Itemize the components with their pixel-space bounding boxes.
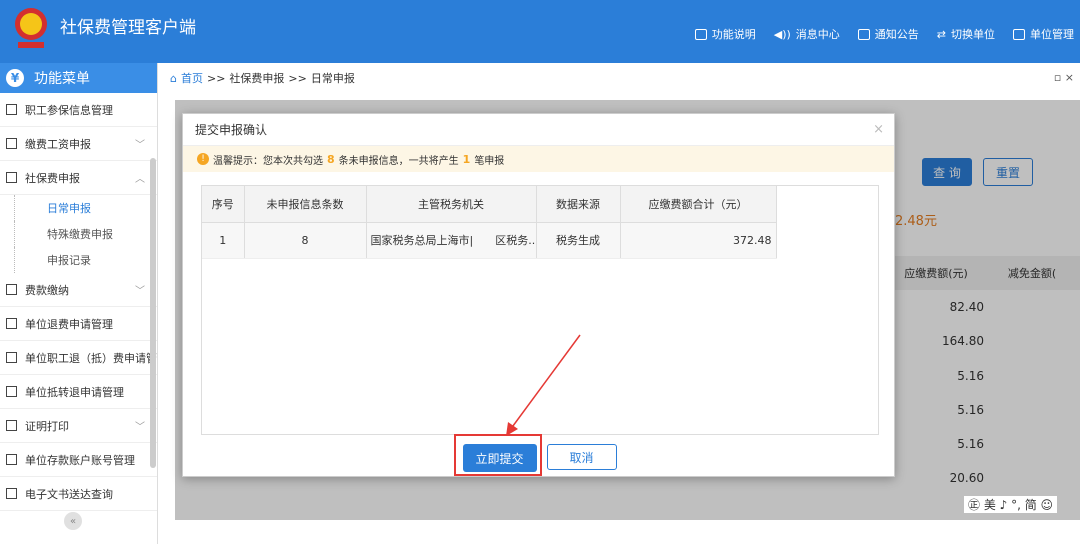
- sidebar: ¥ 功能菜单 职工参保信息管理 缴费工资申报 ﹀ 社保费申报 ︿ 日常申报 特殊缴费申…: [0, 63, 158, 544]
- docs-icon: [6, 488, 17, 499]
- ime-toolbar[interactable]: ㊣ 美 ♪ °, 简 ☺: [964, 496, 1058, 513]
- nav-notices[interactable]: 通知公告: [857, 26, 919, 42]
- sidebar-item-social-fee[interactable]: 社保费申报 ︿: [0, 161, 157, 195]
- sidebar-header: ¥ 功能菜单: [0, 63, 157, 93]
- sidebar-item-bank-account[interactable]: 单位存款账户账号管理: [0, 443, 157, 477]
- mail-icon: [857, 28, 870, 40]
- nav-messages[interactable]: ◀)) 消息中心: [774, 26, 840, 42]
- pointer-arrow-icon: [506, 334, 581, 436]
- chevron-down-icon: ﹀: [135, 140, 145, 151]
- sidebar-subitem-records[interactable]: 申报记录: [14, 247, 157, 273]
- submit-highlight-box: [454, 434, 542, 476]
- window-controls[interactable]: ▫ ×: [1054, 71, 1074, 84]
- nav-help[interactable]: 功能说明: [694, 26, 756, 42]
- nav-switch-unit[interactable]: ⇄ 切换单位: [937, 26, 995, 42]
- warning-icon: !: [197, 153, 209, 165]
- sidebar-item-refund[interactable]: 单位退费申请管理: [0, 307, 157, 341]
- document-icon: [694, 28, 707, 40]
- cancel-button[interactable]: 取消: [546, 444, 617, 470]
- yen-icon: ¥: [6, 69, 24, 87]
- sidebar-item-offset-refund[interactable]: 单位抵转退申请管理: [0, 375, 157, 409]
- chevron-up-icon: ︿: [135, 174, 145, 185]
- app-header: 社保费管理客户端 功能说明 ◀)) 消息中心 通知公告 ⇄ 切换单位 单位管理: [0, 0, 1080, 63]
- app-title: 社保费管理客户端: [60, 18, 196, 38]
- collapse-sidebar-button[interactable]: «: [64, 512, 82, 530]
- breadcrumb-home[interactable]: 首页: [181, 70, 203, 86]
- breadcrumb-level3: 日常申报: [310, 72, 355, 85]
- sidebar-subitem-daily[interactable]: 日常申报: [14, 195, 157, 221]
- switch-icon: ⇄: [936, 27, 946, 41]
- book-icon: [6, 454, 17, 465]
- sidebar-item-wage-declare[interactable]: 缴费工资申报 ﹀: [0, 127, 157, 161]
- top-nav: 功能说明 ◀)) 消息中心 通知公告 ⇄ 切换单位 单位管理: [694, 26, 1074, 42]
- chevron-down-icon: ﹀: [135, 422, 145, 433]
- list-icon: [6, 352, 17, 363]
- sidebar-scrollbar[interactable]: [150, 158, 156, 468]
- speaker-icon: ◀)): [773, 27, 791, 41]
- dialog-title: 提交申报确认 ×: [183, 114, 894, 146]
- list-icon: [6, 172, 17, 183]
- warning-tip: ! 温馨提示：您本次共勾选 8 条未申报信息，一共将产生 1 笔申报: [183, 146, 894, 172]
- book-icon: [6, 284, 17, 295]
- edit-icon: [6, 138, 17, 149]
- list-icon: [6, 318, 17, 329]
- sidebar-item-payment[interactable]: 费款缴纳 ﹀: [0, 273, 157, 307]
- list-icon: [6, 104, 17, 115]
- sidebar-item-employee-refund[interactable]: 单位职工退（抵）费申请管: [0, 341, 157, 375]
- breadcrumb: ⌂ 首页 >> 社保费申报 >> 日常申报: [170, 70, 355, 86]
- table-row[interactable]: 1 8 国家税务总局上海市| 区税务... 税务生成 372.48: [202, 222, 777, 259]
- building-icon: [1013, 28, 1025, 40]
- close-icon[interactable]: ×: [873, 122, 884, 137]
- print-icon: [6, 420, 17, 431]
- sidebar-item-employee-info[interactable]: 职工参保信息管理: [0, 93, 157, 127]
- sidebar-item-certificate[interactable]: 证明打印 ﹀: [0, 409, 157, 443]
- home-icon: ⌂: [170, 71, 177, 85]
- nav-unit-manage[interactable]: 单位管理: [1013, 26, 1074, 42]
- sidebar-subitem-special[interactable]: 特殊缴费申报: [14, 221, 157, 247]
- emblem-logo-icon: [15, 8, 47, 48]
- table-header-row: 序号 未申报信息条数 主管税务机关 数据来源 应缴费额合计（元）: [202, 186, 777, 223]
- chevron-down-icon: ﹀: [135, 286, 145, 297]
- breadcrumb-level2: 社保费申报: [229, 72, 285, 85]
- list-icon: [6, 386, 17, 397]
- sidebar-item-e-docs[interactable]: 电子文书送达查询: [0, 477, 157, 511]
